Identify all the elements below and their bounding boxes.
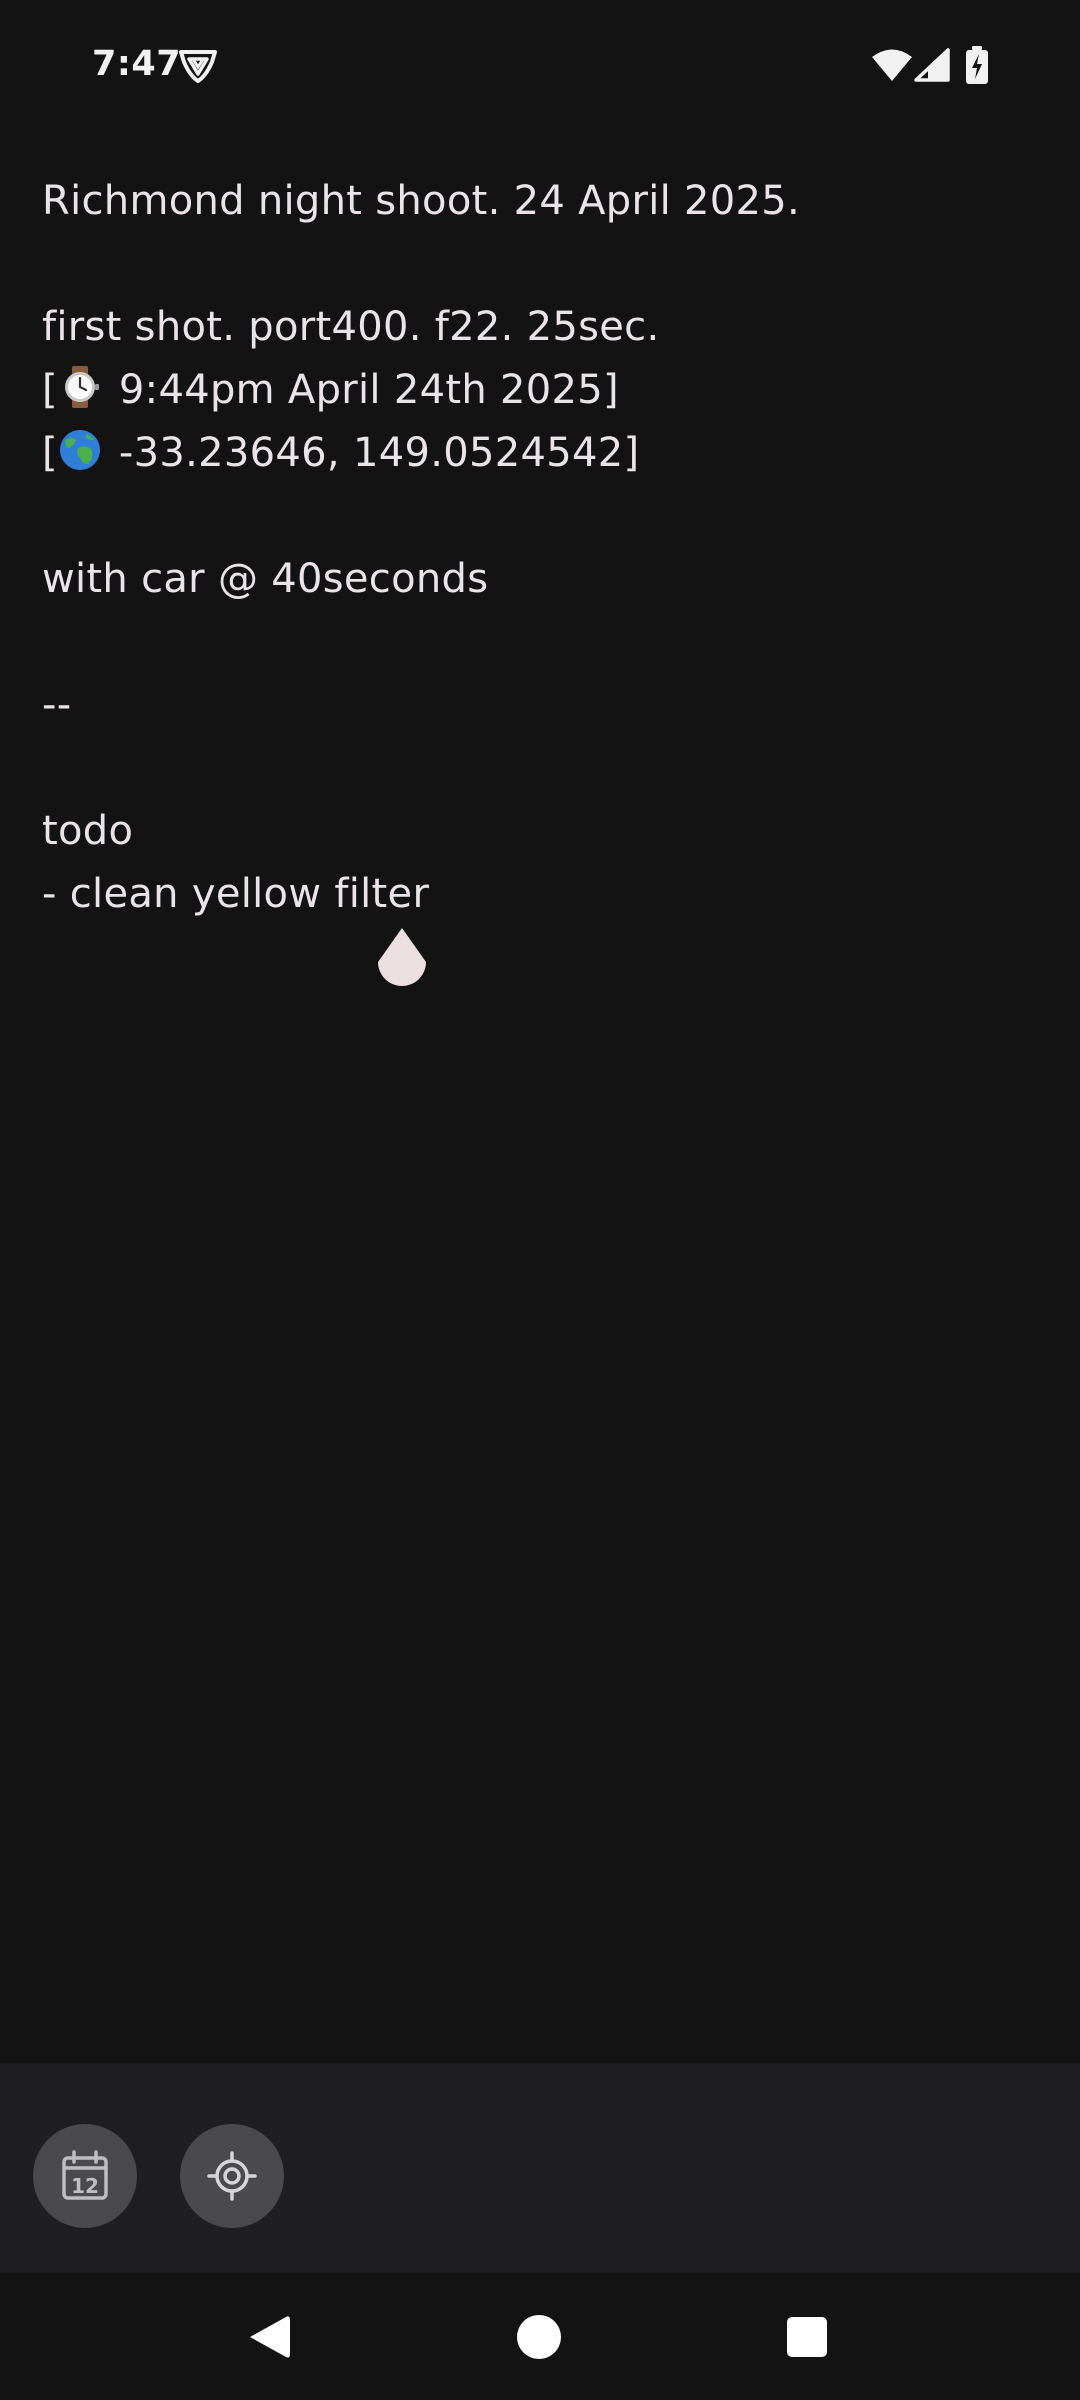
note-editor[interactable]: Richmond night shoot. 24 April 2025. fir… — [42, 170, 1042, 2020]
note-line-divider[interactable]: -- — [42, 674, 1042, 737]
note-line-blank[interactable] — [42, 737, 1042, 800]
note-line-shot[interactable]: first shot. port400. f22. 25sec. — [42, 296, 1042, 359]
note-line-car[interactable]: with car @ 40seconds — [42, 548, 1042, 611]
insert-date-button[interactable]: 12 — [33, 2124, 137, 2228]
calendar-day-label: 12 — [71, 2174, 99, 2198]
recents-icon[interactable] — [787, 2317, 827, 2357]
insert-location-button[interactable] — [180, 2124, 284, 2228]
note-line-blank[interactable] — [42, 485, 1042, 548]
note-line-todo-item[interactable]: - clean yellow filter — [42, 863, 1042, 926]
status-bar: 7:47 — [0, 0, 1080, 134]
calendar-icon: 12 — [62, 2150, 108, 2200]
note-line-blank[interactable] — [42, 233, 1042, 296]
note-line-blank[interactable] — [42, 611, 1042, 674]
time-stamp-text: 9:44pm April 24th 2025] — [105, 367, 619, 413]
bottom-toolbar: 12 — [0, 2063, 1080, 2273]
navigation-bar — [0, 2273, 1080, 2400]
watch-icon — [64, 366, 99, 408]
back-icon[interactable] — [246, 2313, 292, 2361]
globe-icon — [59, 430, 100, 470]
note-line-title[interactable]: Richmond night shoot. 24 April 2025. — [42, 170, 1042, 233]
bracket-open: [ — [42, 367, 58, 413]
home-icon[interactable] — [517, 2315, 561, 2359]
bracket-open: [ — [42, 430, 58, 476]
battery-charging-icon — [966, 46, 988, 84]
status-time: 7:47 — [92, 44, 182, 84]
note-line-time[interactable]: [ 9:44pm April 24th 2025] — [42, 359, 1042, 422]
vpn-shield-icon — [179, 50, 217, 83]
cellular-signal-icon — [914, 48, 950, 82]
location-target-icon — [207, 2151, 257, 2201]
note-line-location[interactable]: [ -33.23646, 149.0524542] — [42, 422, 1042, 485]
coordinates-text: -33.23646, 149.0524542] — [105, 430, 640, 476]
text-cursor-handle[interactable] — [374, 926, 430, 994]
note-line-todo[interactable]: todo — [42, 800, 1042, 863]
wifi-icon — [872, 49, 912, 81]
